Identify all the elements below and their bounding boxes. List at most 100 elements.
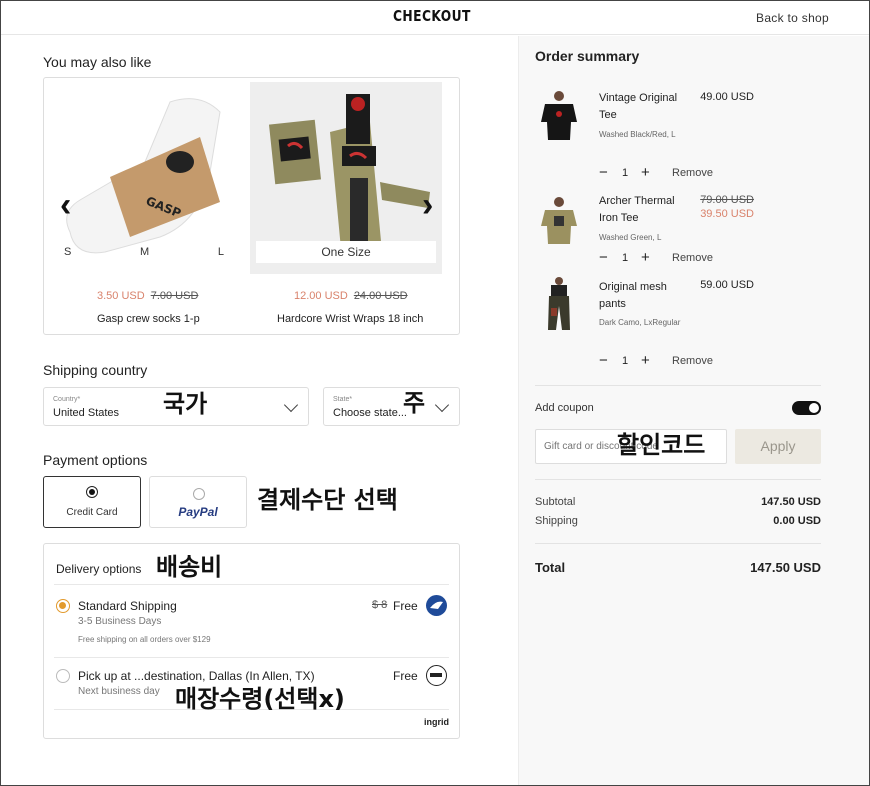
quantity-value: 1: [622, 167, 629, 179]
standard-shipping-note: Free shipping on all orders over $129: [78, 635, 211, 644]
payment-credit-card[interactable]: Credit Card: [43, 476, 141, 528]
pickup-name[interactable]: Pick up at ...destination, Dallas (In Al…: [78, 669, 315, 683]
quantity-value: 1: [622, 355, 629, 367]
carousel-next-icon[interactable]: ›: [422, 188, 433, 222]
product-price-wrist-wraps: 12.00 USD 24.00 USD: [294, 290, 408, 302]
divider: [54, 657, 449, 658]
total-row: Total 147.50 USD: [535, 560, 821, 575]
paypal-radio[interactable]: [193, 488, 205, 500]
item-variant: Dark Camo, LxRegular: [599, 318, 681, 327]
item-price: 59.00 USD: [700, 279, 754, 291]
shipping-label: Shipping: [535, 515, 578, 527]
delivery-title: Delivery options: [56, 562, 142, 576]
header: CHECKOUT Back to shop: [1, 1, 869, 35]
product-name-socks[interactable]: Gasp crew socks 1-p: [97, 313, 200, 325]
item-variant: Washed Green, L: [599, 233, 662, 242]
subtotal-value: 147.50 USD: [761, 496, 821, 508]
annotation-coupon: 할인코드: [617, 431, 706, 459]
product-name-wrist-wraps[interactable]: Hardcore Wrist Wraps 18 inch: [277, 313, 423, 325]
quantity-value: 1: [622, 252, 629, 264]
standard-shipping-name[interactable]: Standard Shipping: [78, 599, 177, 613]
divider: [535, 479, 821, 480]
summary-title: Order summary: [535, 48, 640, 64]
size-m[interactable]: M: [140, 246, 149, 258]
size-one-size[interactable]: One Size: [256, 241, 436, 263]
item-name: Original mesh pants: [599, 281, 667, 310]
remove-button[interactable]: Remove: [672, 355, 713, 367]
chevron-down-icon: [283, 397, 299, 413]
annotation-payment: 결제수단 선택: [257, 486, 398, 514]
subtotal-row: Subtotal 147.50 USD: [535, 496, 821, 508]
plus-icon[interactable]: +: [641, 164, 650, 181]
total-value: 147.50 USD: [750, 560, 821, 575]
annotation-delivery: 배송비: [156, 553, 223, 581]
payment-title: Payment options: [43, 452, 148, 468]
original-price: 7.00 USD: [150, 290, 199, 302]
carousel-prev-icon[interactable]: ‹: [60, 188, 71, 222]
state-select[interactable]: State* Choose state...: [323, 387, 460, 426]
item-image-archer-tee: [537, 194, 581, 252]
shipping-title: Shipping country: [43, 362, 148, 378]
sale-price: 3.50 USD: [97, 290, 145, 302]
quantity-stepper: − 1 +: [599, 352, 669, 369]
annotation-country: 국가: [163, 390, 208, 418]
shipping-row: Shipping 0.00 USD: [535, 515, 821, 527]
original-price: 24.00 USD: [353, 290, 408, 302]
size-options: S M L: [64, 246, 224, 258]
item-name: Archer Thermal Iron Tee: [599, 195, 675, 224]
quantity-stepper: − 1 +: [599, 164, 669, 181]
apply-button[interactable]: Apply: [735, 429, 821, 464]
remove-button[interactable]: Remove: [672, 252, 713, 264]
gym-store-icon: [426, 665, 447, 686]
country-label: Country*: [53, 396, 81, 403]
annotation-state: 주: [403, 389, 426, 417]
paypal-logo: PayPal: [178, 505, 218, 519]
ingrid-logo: ingrid: [424, 717, 449, 727]
standard-shipping-time: 3-5 Business Days: [78, 616, 162, 627]
item-variant: Washed Black/Red, L: [599, 130, 676, 139]
country-value: United States: [53, 407, 120, 419]
item-image-mesh-pants: [537, 276, 581, 334]
state-label: State*: [333, 396, 353, 403]
back-to-shop-link[interactable]: Back to shop: [756, 11, 829, 25]
recommendations-title: You may also like: [43, 54, 152, 70]
checkout-form: You may also like GASP ‹ S M L › One Siz…: [1, 36, 518, 786]
standard-shipping-old-price: $ 8: [372, 599, 388, 611]
pickup-radio[interactable]: [56, 669, 70, 683]
recommendations-carousel: GASP ‹ S M L › One Size 3.50 USD 7.00 US…: [43, 77, 460, 335]
total-label: Total: [535, 560, 566, 575]
credit-card-label: Credit Card: [66, 507, 118, 518]
coupon-toggle[interactable]: [792, 401, 821, 415]
size-l[interactable]: L: [218, 246, 224, 258]
product-price-socks: 3.50 USD 7.00 USD: [97, 290, 198, 302]
plus-icon[interactable]: +: [641, 249, 650, 266]
remove-button[interactable]: Remove: [672, 167, 713, 179]
shipping-value: 0.00 USD: [773, 515, 821, 527]
pickup-price: Free: [393, 669, 418, 683]
payment-paypal[interactable]: PayPal: [149, 476, 247, 528]
plus-icon[interactable]: +: [641, 352, 650, 369]
brand-logo[interactable]: CHECKOUT: [393, 7, 471, 25]
size-s[interactable]: S: [64, 246, 71, 258]
usps-icon: [426, 595, 447, 616]
annotation-pickup: 매장수령(선택x): [175, 685, 345, 713]
minus-icon[interactable]: −: [599, 249, 608, 266]
add-coupon-label: Add coupon: [535, 402, 594, 414]
item-price: 39.50 USD: [700, 208, 754, 220]
minus-icon[interactable]: −: [599, 164, 608, 181]
item-name: Vintage Original Tee: [599, 92, 678, 121]
item-price: 49.00 USD: [700, 91, 754, 103]
minus-icon[interactable]: −: [599, 352, 608, 369]
sale-price: 12.00 USD: [294, 290, 348, 302]
divider: [54, 584, 449, 585]
standard-shipping-radio[interactable]: [56, 599, 70, 613]
state-value: Choose state...: [333, 407, 407, 419]
order-summary-panel: Order summary Vintage Original Tee Washe…: [518, 36, 869, 785]
divider: [535, 385, 821, 386]
item-old-price: 79.00 USD: [700, 194, 754, 206]
item-image-vintage-tee: [537, 88, 581, 146]
subtotal-label: Subtotal: [535, 496, 576, 508]
chevron-down-icon: [434, 397, 450, 413]
pickup-time: Next business day: [78, 686, 160, 697]
credit-card-radio[interactable]: [86, 486, 98, 498]
